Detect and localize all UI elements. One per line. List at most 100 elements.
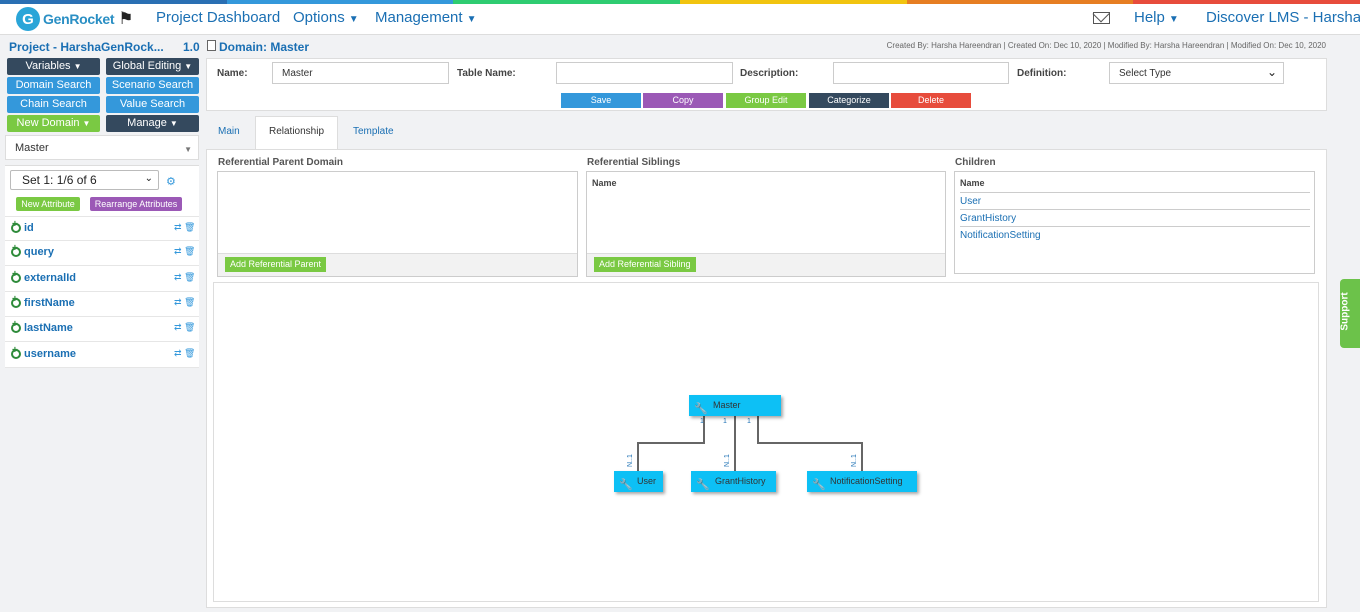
caret-down-icon: ▼ (82, 119, 91, 128)
categorize-button[interactable]: Categorize (809, 93, 889, 108)
connector-user (637, 415, 705, 471)
tab-main[interactable]: Main (218, 126, 240, 137)
tab-relationship[interactable]: Relationship (255, 116, 338, 149)
caret-down-icon: ▼ (73, 62, 82, 71)
logo-icon: G (16, 7, 40, 31)
attribute-name[interactable]: username (24, 348, 76, 360)
edit-delete-icons[interactable]: ⇄ 🗑 (174, 348, 195, 359)
add-referential-sibling-button[interactable]: Add Referential Sibling (594, 257, 696, 272)
name-input[interactable]: Master (272, 62, 449, 84)
description-input[interactable] (833, 62, 1009, 84)
child-link-user[interactable]: User (960, 192, 1310, 209)
nav-help[interactable]: Help ▼ (1134, 9, 1179, 26)
table-name-input[interactable] (556, 62, 733, 84)
new-attribute-button[interactable]: New Attribute (16, 197, 80, 211)
chain-search-button[interactable]: Chain Search (7, 96, 100, 113)
domain-title: Domain: Master (219, 40, 310, 54)
document-icon (207, 40, 216, 51)
children-box: Name User GrantHistory NotificationSetti… (954, 171, 1315, 274)
diagram-node-master[interactable]: 🔧 Master (689, 395, 781, 416)
nav-management[interactable]: Management ▼ (375, 9, 476, 26)
support-tab[interactable]: Support (1340, 279, 1360, 348)
group-edit-button[interactable]: Group Edit (726, 93, 806, 108)
attribute-name[interactable]: externalId (24, 272, 76, 284)
diagram-node-user[interactable]: 🔧 User (614, 471, 663, 492)
delete-button[interactable]: Delete (891, 93, 971, 108)
chevron-down-icon: ⌄ (1266, 65, 1277, 79)
attribute-icon (11, 319, 21, 333)
top-navbar: G GenRocket ⚑ Project Dashboard Options ▼… (0, 0, 1360, 35)
caret-down-icon: ▼ (184, 62, 193, 71)
connector-notificationsetting (757, 415, 863, 471)
attribute-name[interactable]: lastName (24, 322, 73, 334)
manage-button[interactable]: Manage ▼ (106, 115, 199, 132)
value-search-button[interactable]: Value Search (106, 96, 199, 113)
diagram-node-granthistory[interactable]: 🔧 GrantHistory (691, 471, 776, 492)
attribute-name[interactable]: id (24, 222, 34, 234)
set-select[interactable]: Set 1: 1/6 of 6 ⌄ (10, 170, 159, 190)
rearrange-attributes-button[interactable]: Rearrange Attributes (90, 197, 182, 211)
diagram-node-notificationsetting[interactable]: 🔧 NotificationSetting (807, 471, 917, 492)
attribute-row[interactable]: query ⇄ 🗑 (5, 241, 199, 266)
referential-parent-heading: Referential Parent Domain (218, 157, 344, 168)
child-cardinality-label: N..1 (627, 454, 634, 467)
add-referential-parent-button[interactable]: Add Referential Parent (225, 257, 327, 272)
nav-project-dashboard[interactable]: Project Dashboard (156, 9, 280, 26)
tab-template[interactable]: Template (353, 126, 394, 137)
attribute-row[interactable]: username ⇄ 🗑 (5, 343, 199, 368)
mail-icon[interactable] (1093, 12, 1110, 24)
child-cardinality-label: N..1 (851, 454, 858, 467)
referential-siblings-heading: Referential Siblings (587, 157, 681, 168)
child-link-granthistory[interactable]: GrantHistory (960, 209, 1310, 226)
key-icon: 🔧 (694, 403, 708, 415)
edit-delete-icons[interactable]: ⇄ 🗑 (174, 322, 195, 333)
children-heading: Children (955, 157, 996, 168)
table-name-label: Table Name: (457, 68, 516, 79)
nav-organization[interactable]: Discover LMS - Harsha▼ (1206, 9, 1360, 26)
key-icon: 🔧 (696, 479, 710, 491)
global-editing-button[interactable]: Global Editing ▼ (106, 58, 199, 75)
attribute-icon (11, 269, 21, 283)
project-title[interactable]: Project - HarshaGenRock... (9, 40, 164, 54)
attribute-row[interactable]: firstName ⇄ 🗑 (5, 292, 199, 317)
attribute-icon (11, 345, 21, 359)
referential-siblings-box: Name Add Referential Sibling (586, 171, 946, 277)
copy-button[interactable]: Copy (643, 93, 723, 108)
attribute-row[interactable]: externalId ⇄ 🗑 (5, 267, 199, 292)
child-link-notificationsetting[interactable]: NotificationSetting (960, 226, 1310, 243)
color-strip (0, 0, 1360, 4)
definition-label: Definition: (1017, 68, 1067, 79)
attribute-row[interactable]: lastName ⇄ 🗑 (5, 317, 199, 342)
caret-down-icon: ▼ (466, 14, 477, 25)
edit-delete-icons[interactable]: ⇄ 🗑 (174, 297, 195, 308)
attribute-name[interactable]: firstName (24, 297, 75, 309)
caret-down-icon: ▼ (348, 14, 359, 25)
edit-delete-icons[interactable]: ⇄ 🗑 (174, 222, 195, 233)
definition-select[interactable]: Select Type ⌄ (1109, 62, 1284, 84)
genrocket-logo[interactable]: G GenRocket ⚑ (16, 5, 133, 33)
attribute-icon (11, 243, 21, 257)
project-version: 1.0 (183, 40, 200, 54)
nav-options[interactable]: Options ▼ (293, 9, 359, 26)
domain-search-button[interactable]: Domain Search (7, 77, 100, 94)
audit-info: Created By: Harsha Hareendran | Created … (886, 41, 1326, 50)
attribute-name[interactable]: query (24, 246, 54, 258)
description-label: Description: (740, 68, 799, 79)
save-button[interactable]: Save (561, 93, 641, 108)
referential-parent-box: Add Referential Parent (217, 171, 578, 277)
key-icon: 🔧 (812, 479, 826, 491)
logo-text: GenRocket (43, 11, 115, 27)
attribute-row[interactable]: id ⇄ 🗑 (5, 216, 199, 241)
settings-gear-icon[interactable]: ⚙ (166, 175, 176, 188)
children-name-column: Name (960, 178, 985, 188)
new-domain-button[interactable]: New Domain ▼ (7, 115, 100, 132)
variables-button[interactable]: Variables ▼ (7, 58, 100, 75)
domain-select[interactable]: Master ▼ (5, 135, 199, 160)
edit-delete-icons[interactable]: ⇄ 🗑 (174, 272, 195, 283)
attribute-icon (11, 294, 21, 308)
edit-delete-icons[interactable]: ⇄ 🗑 (174, 246, 195, 257)
parent-cardinality-label: 1 (747, 418, 751, 425)
caret-down-icon: ▼ (169, 119, 178, 128)
scenario-search-button[interactable]: Scenario Search (106, 77, 199, 94)
child-cardinality-label: N..1 (724, 454, 731, 467)
